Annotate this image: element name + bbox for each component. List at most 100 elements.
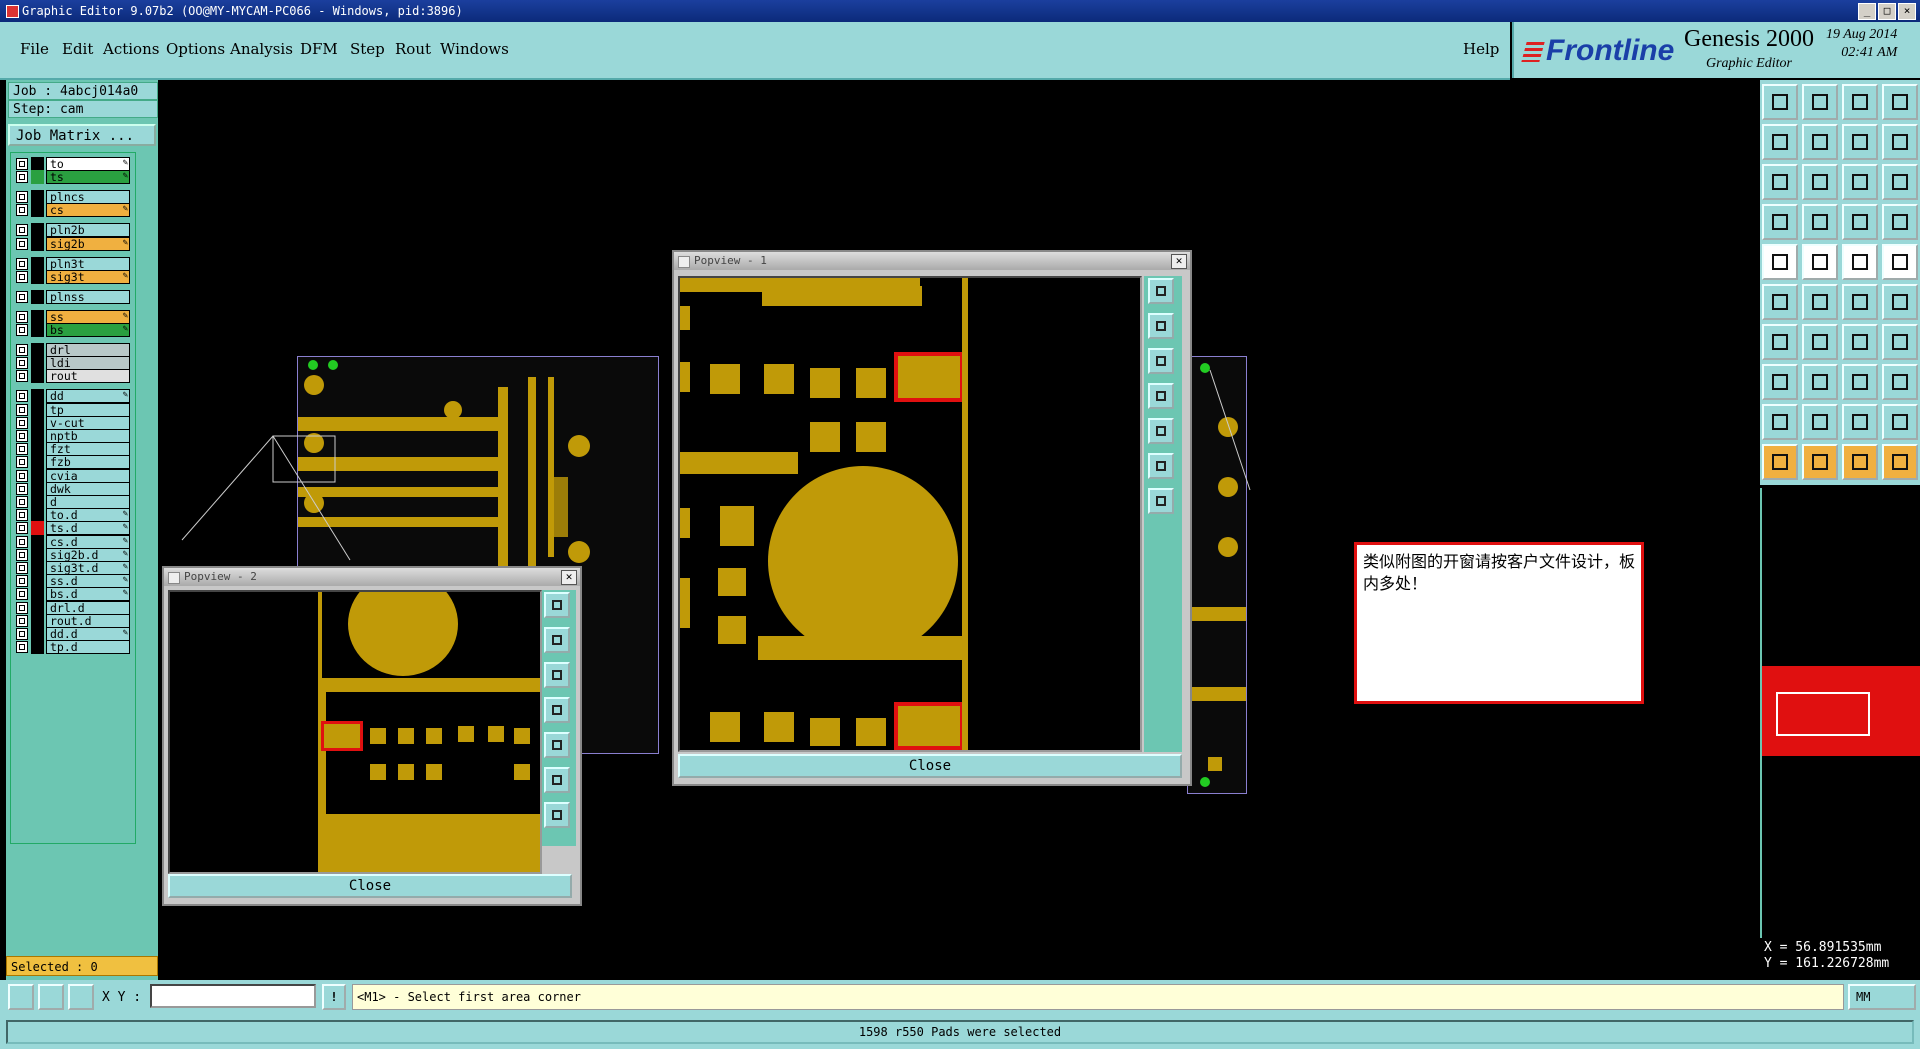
cursor-alt-button[interactable] (1802, 444, 1838, 480)
exclamation-button[interactable]: ! (322, 984, 346, 1010)
layer-row-ss-d[interactable]: ss.d ✎ (14, 574, 132, 589)
layer-name[interactable]: rout.d (46, 613, 130, 628)
node-button[interactable] (1882, 284, 1918, 320)
layer-checkbox[interactable] (16, 588, 28, 601)
popview-2-view[interactable] (168, 590, 542, 874)
grid-button[interactable] (1802, 204, 1838, 240)
layer-checkbox[interactable] (16, 641, 28, 654)
layer-checkbox[interactable] (16, 601, 28, 614)
popview-pan-left-button[interactable] (544, 697, 570, 723)
triangle-a-button[interactable] (1802, 404, 1838, 440)
layer-row-d[interactable]: d (14, 495, 132, 509)
popview-pan-up-button[interactable] (544, 627, 570, 653)
layer-checkbox[interactable] (16, 522, 28, 535)
layer-checkbox[interactable] (16, 158, 28, 170)
layer-checkbox[interactable] (16, 290, 28, 303)
popview-zoom-home-button[interactable] (1148, 278, 1174, 304)
popview-2-title-bar[interactable]: Popview - 2 (164, 568, 580, 586)
angle-button[interactable] (1762, 324, 1798, 360)
layer-row-ldi[interactable]: ldi (14, 356, 132, 371)
layer-name[interactable]: pln2b (46, 223, 130, 238)
help-button[interactable] (1882, 164, 1918, 200)
viewport-indicator[interactable] (1776, 692, 1870, 736)
layer-name[interactable]: plnss (46, 289, 130, 304)
layer-row-nptb[interactable]: nptb (14, 429, 132, 443)
center-button[interactable] (1802, 164, 1838, 200)
layer-row-dd-d[interactable]: dd.d ✎ (14, 627, 132, 641)
route-button[interactable] (1882, 124, 1918, 160)
layer-name[interactable]: nptb (46, 429, 130, 443)
layer-name[interactable]: ts (46, 170, 130, 185)
layer-name[interactable]: dwk (46, 481, 130, 496)
layer-row-bs[interactable]: bs ✎ (14, 323, 132, 337)
layer-row-rout-d[interactable]: rout.d (14, 613, 132, 628)
menu-options[interactable]: Options (166, 40, 225, 58)
layer-row-cs[interactable]: cs ✎ (14, 203, 132, 218)
menu-edit[interactable]: Edit (62, 40, 93, 58)
layer-row-sig2b-d[interactable]: sig2b.d ✎ (14, 547, 132, 562)
grid-tool-button[interactable] (68, 984, 94, 1010)
xy-input[interactable] (150, 984, 316, 1008)
layer-checkbox[interactable] (16, 482, 28, 495)
layer-row-drl[interactable]: drl (14, 343, 132, 357)
open-button[interactable] (1762, 84, 1798, 120)
popview-pan-down-button[interactable] (1148, 348, 1174, 374)
move-right-button[interactable] (1802, 124, 1838, 160)
layer-row-v-cut[interactable]: v-cut (14, 415, 132, 430)
home-button[interactable] (1842, 84, 1878, 120)
fit-button[interactable] (1762, 164, 1798, 200)
popview-2-close-x[interactable]: ✕ (561, 570, 577, 585)
save-button[interactable] (1802, 84, 1838, 120)
circle-button[interactable] (1882, 244, 1918, 280)
layer-name[interactable]: plncs (46, 190, 130, 205)
layer-name[interactable]: to (46, 157, 130, 171)
ratio-button[interactable] (1842, 164, 1878, 200)
layer-name[interactable]: cvia (46, 468, 130, 483)
layer-checkbox[interactable] (16, 614, 28, 627)
layer-checkbox[interactable] (16, 430, 28, 442)
connect-button[interactable] (1762, 284, 1798, 320)
layer-checkbox[interactable] (16, 370, 28, 383)
layer-checkbox[interactable] (16, 204, 28, 217)
layer-checkbox[interactable] (16, 191, 28, 204)
dot-button[interactable] (1762, 364, 1798, 400)
triangle-c-button[interactable] (1882, 404, 1918, 440)
layer-checkbox[interactable] (16, 443, 28, 456)
menu-step[interactable]: Step (350, 40, 385, 58)
layer-row-fzt[interactable]: fzt (14, 442, 132, 457)
layer-row-to[interactable]: to ✎ (14, 157, 132, 171)
layer-name[interactable]: ss.d (46, 574, 130, 589)
popview-pan-right-button[interactable] (544, 732, 570, 758)
layout-button[interactable] (1882, 84, 1918, 120)
units-selector[interactable]: MM (1848, 984, 1916, 1010)
layer-row-cs-d[interactable]: cs.d ✎ (14, 534, 132, 549)
layer-checkbox[interactable] (16, 171, 28, 184)
layer-name[interactable]: tp (46, 402, 130, 417)
popview-pan-right-button[interactable] (1148, 418, 1174, 444)
popview-zoom-home-button[interactable] (544, 592, 570, 618)
layer-name[interactable]: cs (46, 203, 130, 218)
layer-row-cvia[interactable]: cvia (14, 468, 132, 483)
menu-file[interactable]: File (20, 40, 49, 58)
triangle-button[interactable] (1762, 404, 1798, 440)
layer-checkbox[interactable] (16, 509, 28, 522)
menu-help[interactable]: Help (1463, 40, 1499, 58)
snap-button[interactable] (1842, 204, 1878, 240)
popview-1-title-bar[interactable]: Popview - 1 (674, 252, 1190, 270)
layer-checkbox[interactable] (16, 562, 28, 574)
minus-button[interactable] (1802, 364, 1838, 400)
layer-name[interactable]: drl (46, 343, 130, 357)
layer-checkbox[interactable] (16, 416, 28, 429)
layer-checkbox[interactable] (16, 270, 28, 283)
layer-name[interactable]: sig3t (46, 269, 130, 284)
layer-row-tp[interactable]: tp (14, 402, 132, 417)
overview-map[interactable] (1760, 488, 1920, 938)
layer-checkbox[interactable] (16, 237, 28, 250)
popview-zoom-out-button[interactable] (544, 802, 570, 828)
layer-name[interactable]: fzt (46, 442, 130, 457)
layer-row-rout[interactable]: rout (14, 369, 132, 384)
layer-row-dwk[interactable]: dwk (14, 481, 132, 496)
layer-name[interactable]: dd.d (46, 627, 130, 641)
copy-button[interactable] (1882, 364, 1918, 400)
layer-checkbox[interactable] (16, 535, 28, 548)
